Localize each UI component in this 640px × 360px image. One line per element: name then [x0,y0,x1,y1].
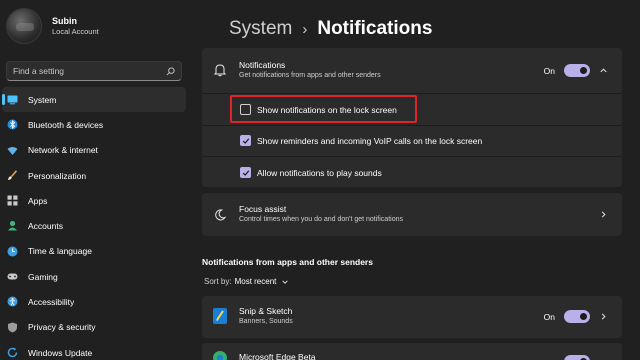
notifications-header-row[interactable]: Notifications Get notifications from app… [202,48,622,93]
sidebar-item-label: Bluetooth & devices [28,119,104,130]
user-profile[interactable]: Subin Local Account [6,8,99,44]
sidebar-item-time-language[interactable]: Time & language [2,239,186,264]
notifications-card: Notifications Get notifications from app… [202,48,622,187]
focus-assist-subtitle: Control times when you do and don't get … [239,216,403,223]
breadcrumb-separator: › [302,20,308,38]
sidebar-item-label: Personalization [28,170,87,181]
sidebar-item-label: Windows Update [28,347,93,358]
sidebar-item-windows-update[interactable]: Windows Update [2,340,186,360]
sidebar-item-network[interactable]: Network & internet [2,138,186,163]
search-icon[interactable] [165,66,175,76]
chevron-up-icon[interactable] [598,66,608,76]
sidebar-item-bluetooth[interactable]: Bluetooth & devices [2,112,186,137]
reminders-voip-label: Show reminders and incoming VoIP calls o… [257,136,483,146]
sidebar-nav: System Bluetooth & devices Network & int… [0,87,192,360]
sidebar-item-personalization[interactable]: Personalization [2,163,186,188]
app-row-edge-beta[interactable]: Microsoft Edge Beta [202,343,622,360]
apps-icon [7,195,18,206]
reminders-voip-checkbox[interactable] [240,135,251,146]
notifications-text: Notifications Get notifications from app… [239,60,381,79]
focus-assist-card[interactable]: Focus assist Control times when you do a… [202,193,622,236]
sounds-label: Allow notifications to play sounds [257,168,382,178]
update-icon [7,347,18,358]
checkmark-icon [242,169,249,176]
profile-account-type: Local Account [52,26,99,36]
chevron-right-icon[interactable] [598,312,608,322]
sidebar-item-label: Time & language [28,246,92,257]
app-state-label: On [543,311,555,322]
app-detail: Banners, Sounds [239,318,293,325]
edge-beta-icon [213,351,227,360]
sidebar-item-label: Privacy & security [28,322,96,333]
option-sounds-row[interactable]: Allow notifications to play sounds [202,157,622,187]
main-content: System › Notifications Notifications Get… [192,0,640,360]
sidebar-item-label: Accounts [28,221,63,232]
system-icon [7,94,18,105]
snip-sketch-controls: On [544,310,608,323]
globe-clock-icon [7,246,18,257]
sort-by-value[interactable]: Most recent [235,277,277,286]
chevron-down-icon[interactable] [281,278,289,286]
sidebar-item-system[interactable]: System [2,87,186,113]
sidebar-item-label: Gaming [28,271,58,282]
gamepad-icon [7,271,18,282]
sounds-checkbox[interactable] [240,167,251,178]
sort-by-label: Sort by: [204,277,232,286]
app-row-snip-sketch[interactable]: Snip & Sketch Banners, Sounds On [202,296,622,338]
option-reminders-voip-row[interactable]: Show reminders and incoming VoIP calls o… [202,126,622,156]
accounts-icon [7,220,18,231]
checkmark-icon [242,137,249,144]
sidebar-item-label: System [28,94,57,105]
moon-icon [214,208,227,226]
focus-assist-text: Focus assist Control times when you do a… [239,204,403,223]
shield-icon [7,322,18,333]
sort-by-control[interactable]: Sort by: Most recent [204,277,289,286]
sidebar-item-label: Apps [28,195,48,206]
snip-sketch-icon [213,308,227,329]
focus-assist-title: Focus assist [239,204,287,214]
search-input[interactable] [13,66,165,76]
network-icon [7,145,18,156]
sidebar-item-gaming[interactable]: Gaming [2,264,186,289]
avatar[interactable] [6,8,42,44]
highlight-box [230,95,417,123]
sidebar-item-accessibility[interactable]: Accessibility [2,289,186,314]
sidebar-item-label: Accessibility [28,297,75,308]
notifications-state-label: On [543,65,555,76]
senders-section-heading: Notifications from apps and other sender… [202,257,373,267]
profile-name: Subin [52,15,77,26]
edge-beta-toggle[interactable] [564,355,590,360]
settings-window: Subin Local Account System Bluetooth & [0,0,640,360]
app-name: Microsoft Edge Beta [239,352,316,360]
chevron-right-icon[interactable] [598,209,608,219]
sidebar-item-label: Network & internet [28,145,98,156]
sidebar-item-apps[interactable]: Apps [2,188,186,213]
breadcrumb-parent[interactable]: System [229,18,292,40]
sidebar-item-privacy-security[interactable]: Privacy & security [2,315,186,340]
brush-icon [7,170,18,181]
page-title: Notifications [317,18,433,39]
notifications-title: Notifications [239,60,286,70]
app-name: Snip & Sketch [239,306,293,316]
notifications-toggle[interactable] [564,64,590,77]
notifications-controls: On [544,64,608,77]
notifications-subtitle: Get notifications from apps and other se… [239,72,381,79]
bell-icon [213,63,227,82]
sidebar: Subin Local Account System Bluetooth & [0,0,192,360]
sidebar-item-accounts[interactable]: Accounts [2,213,186,238]
bluetooth-icon [7,119,18,130]
profile-text: Subin Local Account [52,16,99,37]
breadcrumb: System › Notifications [229,18,432,40]
accessibility-icon [7,296,18,307]
search-box[interactable] [6,61,182,81]
snip-sketch-text: Snip & Sketch Banners, Sounds [239,306,293,325]
snip-sketch-toggle[interactable] [564,310,590,323]
